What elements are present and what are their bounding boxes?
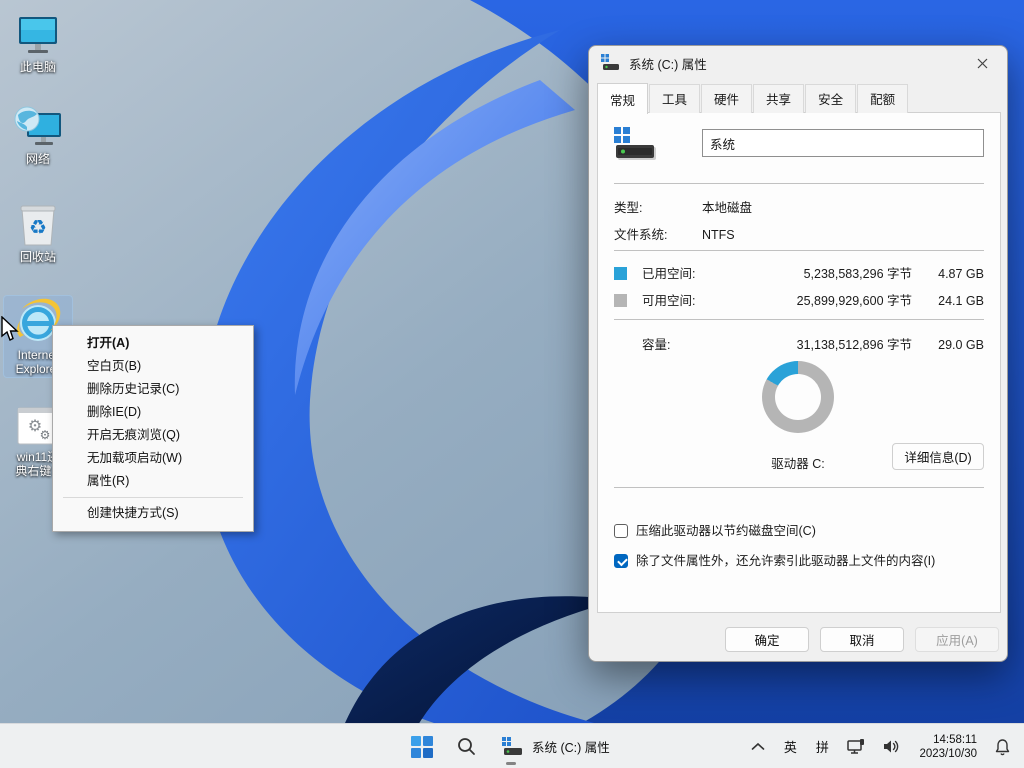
drive-icon xyxy=(612,127,658,168)
drive-properties-dialog: 系统 (C:) 属性 常规 工具 硬件 共享 安全 配额 xyxy=(588,45,1008,662)
ethernet-network-icon xyxy=(846,738,866,756)
taskbar: 系统 (C:) 属性 英 拼 xyxy=(0,723,1024,768)
compress-drive-checkbox[interactable]: 压缩此驱动器以节约磁盘空间(C) xyxy=(614,523,988,541)
tray-network[interactable] xyxy=(841,729,871,765)
drive-title-icon xyxy=(601,54,621,72)
used-space-label: 已用空间: xyxy=(642,264,695,284)
drive-letter-label: 驱动器 C: xyxy=(698,453,898,472)
menu-separator xyxy=(63,497,243,498)
disk-usage-donut-chart xyxy=(762,361,834,433)
tab-tools[interactable]: 工具 xyxy=(649,84,700,113)
desktop-icon-network[interactable]: 网络 xyxy=(4,100,72,167)
ok-button[interactable]: 确定 xyxy=(725,627,809,652)
volume-label-input[interactable] xyxy=(702,129,984,157)
general-tab-panel: 类型: 本地磁盘 文件系统: NTFS 已用空间: 5,238,583,296 … xyxy=(597,112,1001,613)
details-button[interactable]: 详细信息(D) xyxy=(892,443,984,470)
recycle-bin-icon: ♻ xyxy=(4,201,72,247)
type-value: 本地磁盘 xyxy=(702,198,752,218)
checkbox-box[interactable] xyxy=(614,524,628,538)
desktop-icon-label: 网络 xyxy=(4,152,72,166)
screen: 此电脑 网络 xyxy=(0,0,1024,768)
clock-time: 14:58:11 xyxy=(933,733,977,747)
used-space-bytes: 5,238,583,296 字节 xyxy=(804,264,912,284)
used-space-size: 4.87 GB xyxy=(922,264,984,284)
this-pc-icon xyxy=(4,11,72,57)
tab-quota[interactable]: 配额 xyxy=(857,84,908,113)
drive-icon xyxy=(502,737,524,757)
filesystem-label: 文件系统: xyxy=(614,225,667,245)
svg-text:⚙: ⚙ xyxy=(40,428,51,442)
separator xyxy=(614,319,984,320)
checkbox-box[interactable] xyxy=(614,554,628,568)
taskbar-app-label: 系统 (C:) 属性 xyxy=(532,737,610,756)
free-space-size: 24.1 GB xyxy=(922,291,984,311)
desktop-icon-recycle-bin[interactable]: ♻ 回收站 xyxy=(4,198,72,265)
cancel-button[interactable]: 取消 xyxy=(820,627,904,652)
svg-text:♻: ♻ xyxy=(29,215,47,239)
network-icon xyxy=(4,103,72,149)
desktop-icon-this-pc[interactable]: 此电脑 xyxy=(4,8,72,75)
dialog-tab-strip: 常规 工具 硬件 共享 安全 配额 xyxy=(597,87,909,113)
menu-item-no-addons[interactable]: 无加载项启动(W) xyxy=(53,447,253,470)
running-indicator xyxy=(506,762,516,765)
index-contents-checkbox[interactable]: 除了文件属性外，还允许索引此驱动器上文件的内容(I) xyxy=(614,553,988,571)
taskbar-app-system-c-properties[interactable]: 系统 (C:) 属性 xyxy=(490,728,622,766)
tab-hardware[interactable]: 硬件 xyxy=(701,84,752,113)
tray-notifications[interactable] xyxy=(989,729,1016,765)
filesystem-value: NTFS xyxy=(702,225,735,245)
search-button[interactable] xyxy=(446,728,486,766)
dialog-button-row: 确定 取消 应用(A) xyxy=(725,627,999,652)
capacity-size: 29.0 GB xyxy=(922,335,984,355)
tray-ime-english[interactable]: 英 xyxy=(777,729,803,765)
separator xyxy=(614,183,984,184)
clock-date: 2023/10/30 xyxy=(919,747,977,761)
menu-item-blank-page[interactable]: 空白页(B) xyxy=(53,355,253,378)
free-space-bytes: 25,899,929,600 字节 xyxy=(797,291,912,311)
menu-item-create-shortcut[interactable]: 创建快捷方式(S) xyxy=(53,502,253,525)
free-space-legend-swatch xyxy=(614,294,627,307)
tab-general[interactable]: 常规 xyxy=(597,83,648,114)
windows-logo-icon xyxy=(411,736,433,758)
used-space-legend-swatch xyxy=(614,267,627,280)
menu-item-delete-ie[interactable]: 删除IE(D) xyxy=(53,401,253,424)
menu-item-open[interactable]: 打开(A) xyxy=(53,332,253,355)
speaker-icon xyxy=(882,738,902,755)
tray-ime-pinyin[interactable]: 拼 xyxy=(809,729,835,765)
bell-icon xyxy=(994,738,1011,756)
mouse-cursor xyxy=(0,316,20,347)
chevron-up-icon xyxy=(751,742,765,751)
desktop-icon-label: 回收站 xyxy=(4,250,72,264)
free-space-label: 可用空间: xyxy=(642,291,695,311)
tray-volume[interactable] xyxy=(877,729,907,765)
menu-item-inprivate[interactable]: 开启无痕浏览(Q) xyxy=(53,424,253,447)
ie-context-menu: 打开(A) 空白页(B) 删除历史记录(C) 删除IE(D) 开启无痕浏览(Q)… xyxy=(52,325,254,532)
type-label: 类型: xyxy=(614,198,642,218)
close-icon[interactable] xyxy=(969,52,995,74)
dialog-title: 系统 (C:) 属性 xyxy=(629,54,969,73)
menu-item-delete-history[interactable]: 删除历史记录(C) xyxy=(53,378,253,401)
tray-clock[interactable]: 14:58:11 2023/10/30 xyxy=(913,729,983,765)
tab-security[interactable]: 安全 xyxy=(805,84,856,113)
checkbox-label: 除了文件属性外，还允许索引此驱动器上文件的内容(I) xyxy=(636,553,988,570)
separator xyxy=(614,487,984,488)
capacity-bytes: 31,138,512,896 字节 xyxy=(797,335,912,355)
tray-chevron-up[interactable] xyxy=(745,729,771,765)
capacity-label: 容量: xyxy=(642,335,670,355)
search-icon xyxy=(457,737,476,756)
checkbox-label: 压缩此驱动器以节约磁盘空间(C) xyxy=(636,523,988,540)
separator xyxy=(614,250,984,251)
apply-button[interactable]: 应用(A) xyxy=(915,627,999,652)
menu-item-properties[interactable]: 属性(R) xyxy=(53,470,253,493)
desktop-icon-label: 此电脑 xyxy=(4,60,72,74)
start-button[interactable] xyxy=(402,728,442,766)
dialog-titlebar[interactable]: 系统 (C:) 属性 xyxy=(589,46,1007,80)
tab-sharing[interactable]: 共享 xyxy=(753,84,804,113)
